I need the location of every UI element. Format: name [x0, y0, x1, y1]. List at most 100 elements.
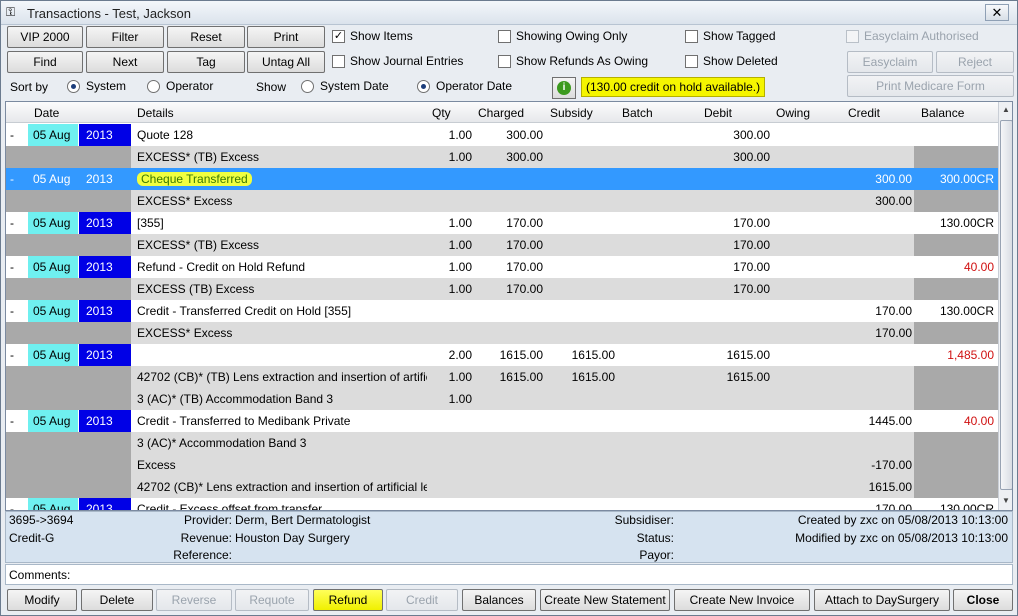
row-indent: [6, 190, 131, 212]
cell-year: 2013: [86, 172, 113, 186]
cell-charged: 170.00: [506, 238, 543, 252]
col-charged[interactable]: Charged: [478, 106, 524, 120]
table-subrow[interactable]: 3 (AC)* (TB) Accommodation Band 3 1.00: [6, 388, 998, 410]
row-indent: [6, 234, 131, 256]
col-balance[interactable]: Balance: [921, 106, 964, 120]
owing-only-checkbox[interactable]: Showing Owing Only: [498, 29, 627, 45]
transactions-window: ⚿ Transactions - Test, Jackson ✕ VIP 200…: [0, 0, 1018, 616]
print-button[interactable]: Print: [247, 26, 325, 48]
window-title: Transactions - Test, Jackson: [27, 6, 192, 21]
row-expander[interactable]: -: [10, 348, 14, 362]
next-button[interactable]: Next: [86, 51, 164, 73]
col-subsidy[interactable]: Subsidy: [550, 106, 593, 120]
row-indent: [6, 366, 131, 388]
sort-operator-radio[interactable]: Operator: [147, 79, 213, 95]
table-subrow[interactable]: EXCESS* Excess 170.00: [6, 322, 998, 344]
col-details[interactable]: Details: [137, 106, 174, 120]
cell-charged: 170.00: [506, 260, 543, 274]
created-by: Created by zxc on 05/08/2013 10:13:00: [797, 513, 1008, 527]
operator-date-radio[interactable]: Operator Date: [417, 79, 512, 95]
close-icon[interactable]: ✕: [985, 4, 1009, 21]
row-indent: [6, 322, 131, 344]
table-subrow[interactable]: 42702 (CB)* Lens extraction and insertio…: [6, 476, 998, 498]
easyclaim-authorised-checkbox[interactable]: Easyclaim Authorised: [846, 29, 979, 45]
cell-credit: 300.00: [875, 172, 912, 186]
table-row[interactable]: - 05 Aug 2013 [355] 1.00 170.00 170.00 130.00C…: [6, 212, 998, 234]
table-subrow[interactable]: EXCESS (TB) Excess 1.00 170.00 170.00: [6, 278, 998, 300]
requote-button[interactable]: Requote: [235, 589, 309, 611]
reset-button[interactable]: Reset: [167, 26, 245, 48]
row-expander[interactable]: -: [10, 260, 14, 274]
system-date-radio[interactable]: System Date: [301, 79, 389, 95]
find-button[interactable]: Find: [7, 51, 83, 73]
balances-button[interactable]: Balances: [462, 589, 536, 611]
reverse-button[interactable]: Reverse: [156, 589, 232, 611]
cell-credit: 170.00: [875, 326, 912, 340]
row-expander[interactable]: -: [10, 172, 14, 186]
cell-balance: 130.00CR: [939, 216, 994, 230]
table-row[interactable]: - 05 Aug 2013 Credit - Transferred to Medib…: [6, 410, 998, 432]
status-label: Status:: [636, 531, 674, 545]
vertical-scrollbar[interactable]: ▲ ▼: [998, 102, 1012, 510]
grid-header: Date Details Qty Charged Subsidy Batch D…: [6, 102, 998, 123]
table-row[interactable]: - 05 Aug 2013 Refund - Credit on Hold Refun…: [6, 256, 998, 278]
cell-day: 05 Aug: [33, 128, 71, 142]
tag-button[interactable]: Tag: [167, 51, 245, 73]
table-row[interactable]: - 05 Aug 2013 Quote 128 1.00 300.00 300.00: [6, 124, 998, 146]
row-expander[interactable]: -: [10, 414, 14, 428]
easyclaim-button[interactable]: Easyclaim: [847, 51, 933, 73]
filter-button[interactable]: Filter: [86, 26, 164, 48]
table-subrow[interactable]: 3 (AC)* Accommodation Band 3: [6, 432, 998, 454]
print-medicare-form-button[interactable]: Print Medicare Form: [847, 75, 1014, 97]
balance-filler: [914, 234, 998, 256]
refunds-owing-checkbox[interactable]: Show Refunds As Owing: [498, 54, 648, 70]
cell-details: 42702 (CB)* (TB) Lens extraction and ins…: [137, 370, 427, 384]
show-journal-checkbox[interactable]: Show Journal Entries: [332, 54, 463, 70]
scroll-thumb[interactable]: [1000, 120, 1012, 490]
col-qty[interactable]: Qty: [432, 106, 451, 120]
table-subrow[interactable]: EXCESS* (TB) Excess 1.00 300.00 300.00: [6, 146, 998, 168]
info-button[interactable]: i: [552, 77, 576, 99]
attach-to-daysurgery-button[interactable]: Attach to DaySurgery: [814, 589, 950, 611]
table-row[interactable]: - 05 Aug 2013 Cheque Transferred 300.00 300.0…: [6, 168, 998, 190]
table-subrow[interactable]: EXCESS* Excess 300.00: [6, 190, 998, 212]
cell-details: EXCESS* (TB) Excess: [137, 238, 260, 252]
row-expander[interactable]: -: [10, 502, 14, 510]
col-debit[interactable]: Debit: [704, 106, 732, 120]
scroll-up-icon[interactable]: ▲: [1002, 105, 1010, 114]
sort-system-radio[interactable]: System: [67, 79, 126, 95]
scroll-down-icon[interactable]: ▼: [1002, 496, 1010, 505]
col-credit[interactable]: Credit: [848, 106, 880, 120]
show-items-checkbox[interactable]: ✓ Show Items: [332, 29, 413, 45]
row-expander[interactable]: -: [10, 304, 14, 318]
close-button[interactable]: Close: [953, 589, 1013, 611]
delete-button[interactable]: Delete: [81, 589, 153, 611]
credit-button[interactable]: Credit: [386, 589, 458, 611]
show-deleted-checkbox[interactable]: Show Deleted: [685, 54, 778, 70]
table-subrow[interactable]: 42702 (CB)* (TB) Lens extraction and ins…: [6, 366, 998, 388]
transactions-grid: Date Details Qty Charged Subsidy Batch D…: [5, 101, 1013, 511]
col-batch[interactable]: Batch: [622, 106, 653, 120]
reject-button[interactable]: Reject: [936, 51, 1014, 73]
cell-charged: 170.00: [506, 282, 543, 296]
vip2000-button[interactable]: VIP 2000: [7, 26, 83, 48]
modify-button[interactable]: Modify: [7, 589, 77, 611]
cell-debit: 1615.00: [726, 370, 770, 384]
payor-label: Payor:: [639, 548, 674, 562]
show-tagged-checkbox[interactable]: Show Tagged: [685, 29, 776, 45]
untag-all-button[interactable]: Untag All: [247, 51, 325, 73]
comments-field[interactable]: Comments:: [5, 564, 1013, 585]
table-subrow[interactable]: EXCESS* (TB) Excess 1.00 170.00 170.00: [6, 234, 998, 256]
row-expander[interactable]: -: [10, 216, 14, 230]
create-new-invoice-button[interactable]: Create New Invoice: [674, 589, 810, 611]
row-expander[interactable]: -: [10, 128, 14, 142]
refund-button[interactable]: Refund: [313, 589, 383, 611]
row-indent: [6, 476, 131, 498]
table-row[interactable]: - 05 Aug 2013 2.00 1615.00 1615.00 1615.00 1,48…: [6, 344, 998, 366]
create-new-statement-button[interactable]: Create New Statement: [540, 589, 670, 611]
table-subrow[interactable]: Excess -170.00: [6, 454, 998, 476]
col-date[interactable]: Date: [34, 106, 59, 120]
col-owing[interactable]: Owing: [776, 106, 810, 120]
table-row[interactable]: - 05 Aug 2013 Credit - Excess offset from t…: [6, 498, 998, 510]
table-row[interactable]: - 05 Aug 2013 Credit - Transferred Credit o…: [6, 300, 998, 322]
